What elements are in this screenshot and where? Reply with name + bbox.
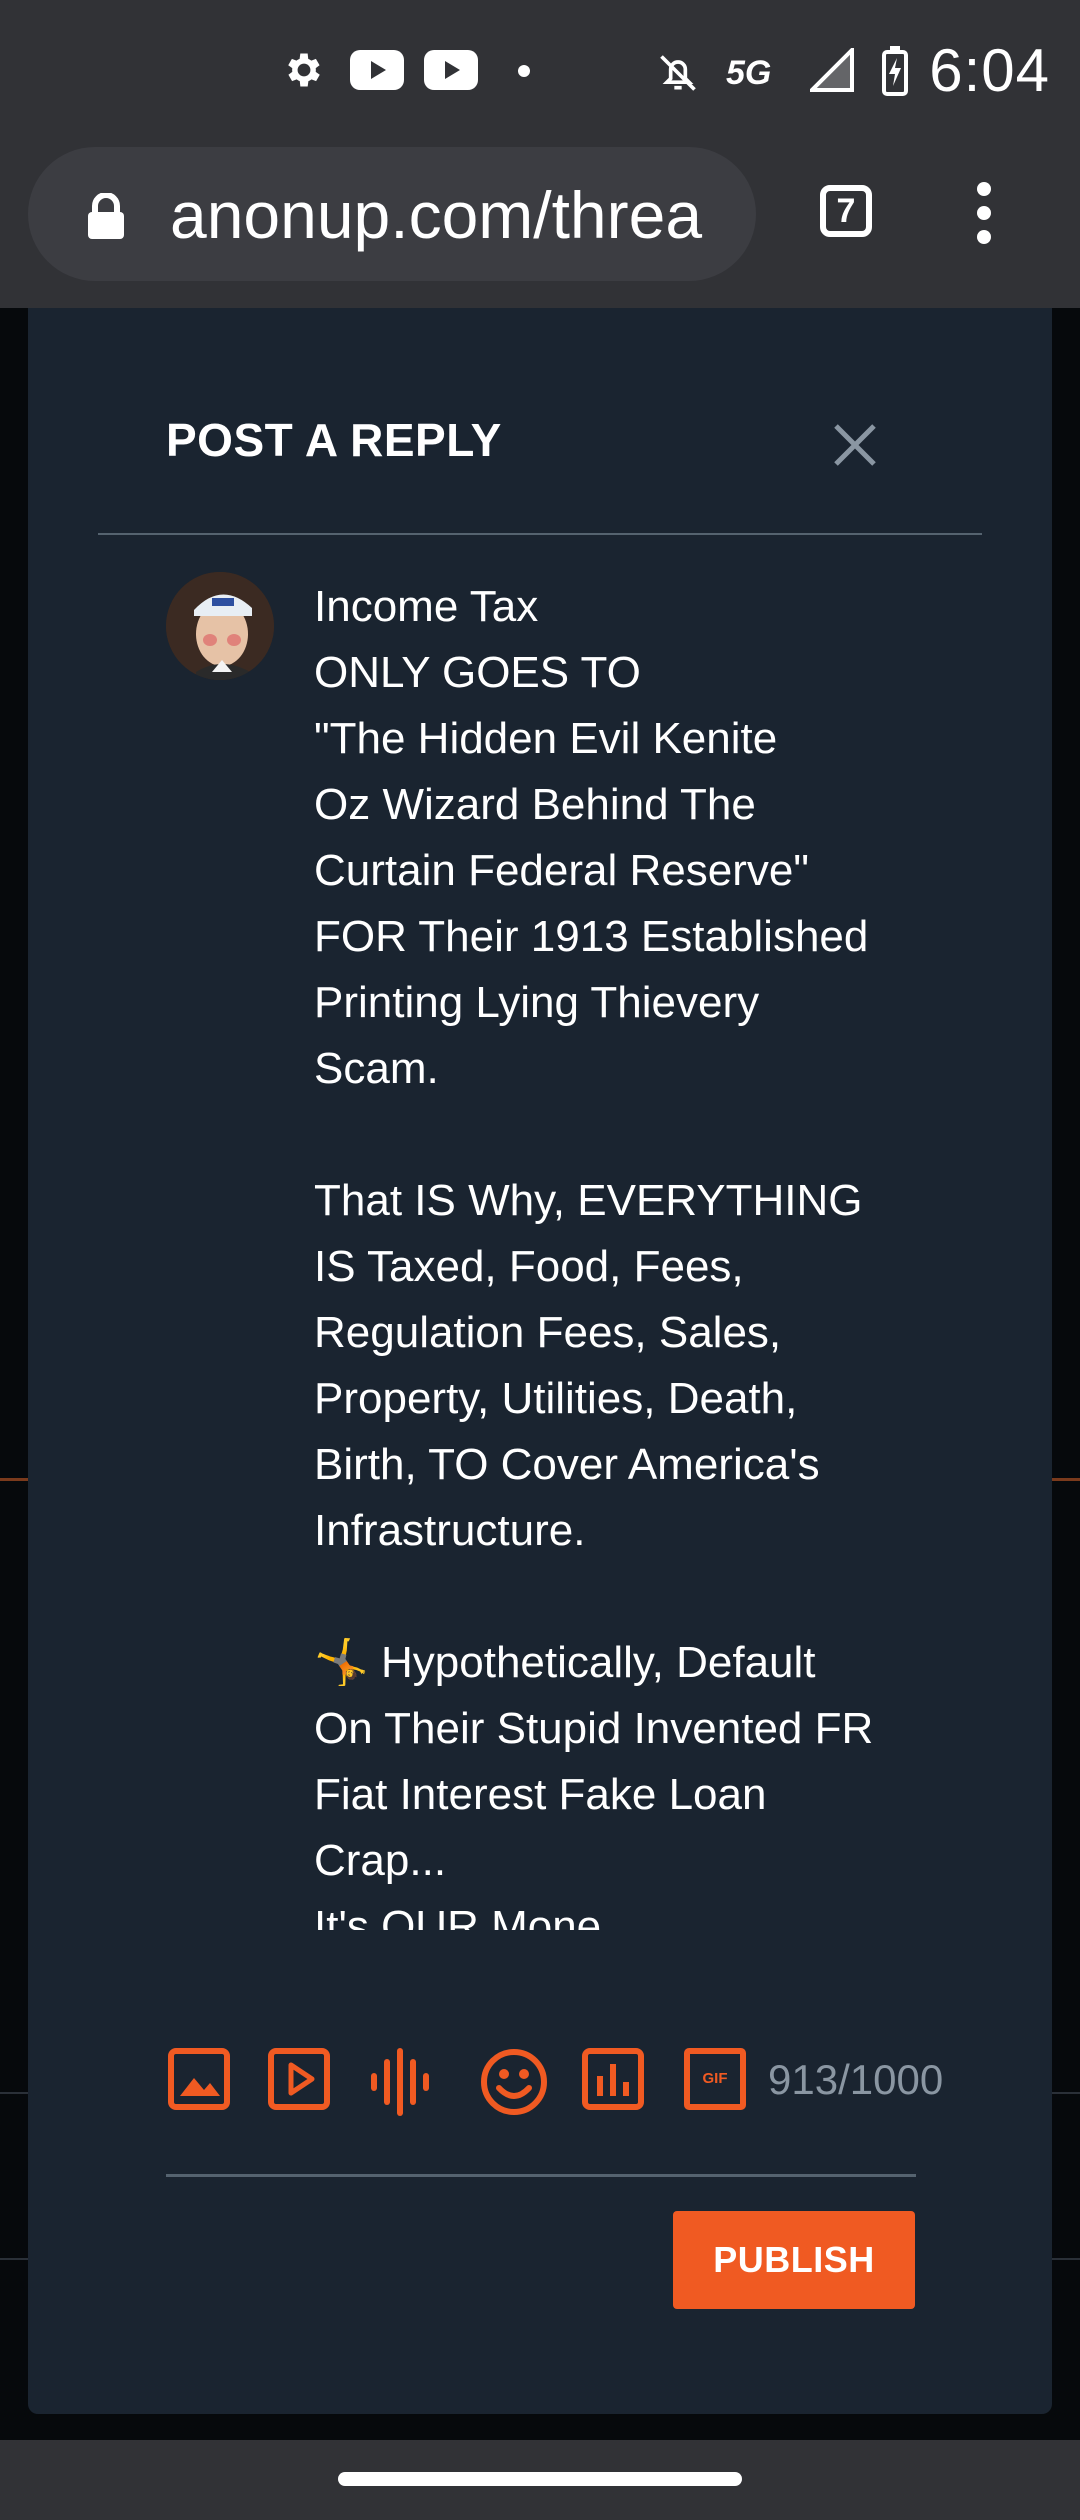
status-bar: 5G 6:04 xyxy=(0,0,1080,145)
browser-toolbar: anonup.com/threa 7 xyxy=(0,145,1080,308)
gif-icon[interactable]: GIF xyxy=(684,2048,746,2110)
close-icon[interactable] xyxy=(832,422,878,468)
home-gesture-handle[interactable] xyxy=(338,2472,742,2486)
network-type-label: 5G xyxy=(726,54,772,92)
divider xyxy=(1052,2258,1080,2260)
reply-text[interactable]: Income Tax ONLY GOES TO "The Hidden Evil… xyxy=(314,574,954,1930)
more-menu-icon[interactable] xyxy=(974,181,994,245)
avatar xyxy=(166,572,274,680)
divider xyxy=(1052,1478,1080,1481)
divider xyxy=(166,2174,916,2177)
image-icon[interactable] xyxy=(168,2048,230,2110)
divider xyxy=(0,2092,28,2094)
youtube-icon xyxy=(424,50,478,90)
divider xyxy=(1052,2092,1080,2094)
dot-icon xyxy=(518,65,530,77)
publish-button[interactable]: PUBLISH xyxy=(673,2211,915,2309)
signal-icon xyxy=(810,48,854,92)
gear-icon xyxy=(288,53,320,87)
youtube-icon xyxy=(350,50,404,90)
poll-icon[interactable] xyxy=(582,2048,644,2110)
reply-text-area[interactable]: Income Tax ONLY GOES TO "The Hidden Evil… xyxy=(314,574,954,1930)
divider xyxy=(98,533,982,535)
divider xyxy=(0,2258,28,2260)
battery-charging-icon xyxy=(882,46,908,96)
audio-icon[interactable] xyxy=(368,2048,432,2116)
character-counter: 913/1000 xyxy=(768,2056,944,2103)
gif-label: GIF xyxy=(702,2070,728,2087)
lock-icon[interactable] xyxy=(86,193,126,239)
emoji-icon[interactable] xyxy=(480,2048,548,2116)
divider xyxy=(0,1478,28,1481)
modal-title: POST A REPLY xyxy=(166,414,502,466)
clock: 6:04 xyxy=(929,37,1050,104)
avatar-image xyxy=(166,572,274,680)
video-icon[interactable] xyxy=(268,2048,330,2110)
reply-modal: POST A REPLY Income Tax ONLY GOES TO "Th… xyxy=(28,308,1052,2414)
url-text[interactable]: anonup.com/threa xyxy=(170,177,750,253)
tab-switcher-button[interactable]: 7 xyxy=(820,185,872,237)
bell-off-icon xyxy=(660,55,696,91)
address-bar[interactable]: anonup.com/threa xyxy=(28,147,756,281)
